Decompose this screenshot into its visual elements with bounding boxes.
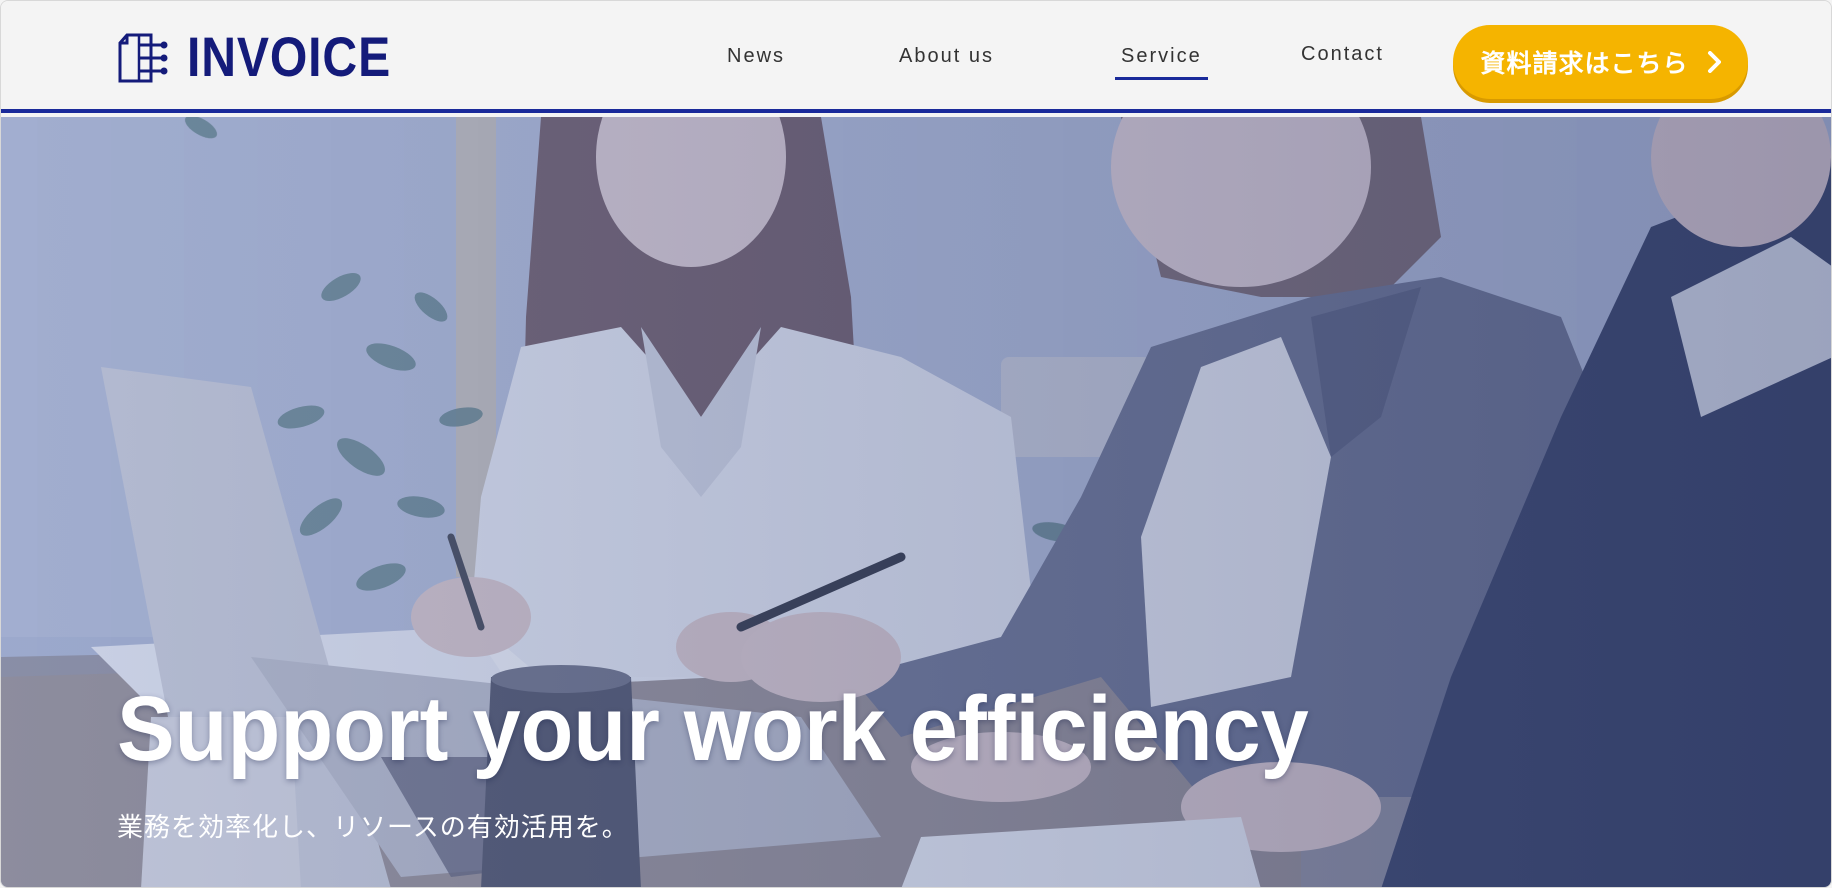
hero-title: Support your work efficiency — [117, 678, 1309, 780]
nav-item-service[interactable]: Service — [1115, 45, 1208, 80]
logo-link[interactable]: INVOICE — [117, 27, 424, 87]
nav-item-news[interactable]: News — [727, 45, 785, 68]
request-materials-button[interactable]: 資料請求はこちら — [1453, 25, 1748, 99]
hero-section: Support your work efficiency 業務を効率化し、リソー… — [1, 117, 1831, 887]
chevron-right-icon — [1707, 51, 1721, 73]
brand-name: INVOICE — [187, 25, 392, 88]
hero-subtitle: 業務を効率化し、リソースの有効活用を。 — [117, 813, 629, 843]
site-header: INVOICE News About us Service Contact 資料… — [1, 1, 1831, 113]
page: INVOICE News About us Service Contact 資料… — [0, 0, 1832, 888]
nav-item-about-us[interactable]: About us — [899, 45, 994, 68]
document-logo-icon — [118, 33, 168, 83]
nav-item-contact[interactable]: Contact — [1301, 43, 1384, 66]
request-materials-label: 資料請求はこちら — [1480, 49, 1689, 78]
